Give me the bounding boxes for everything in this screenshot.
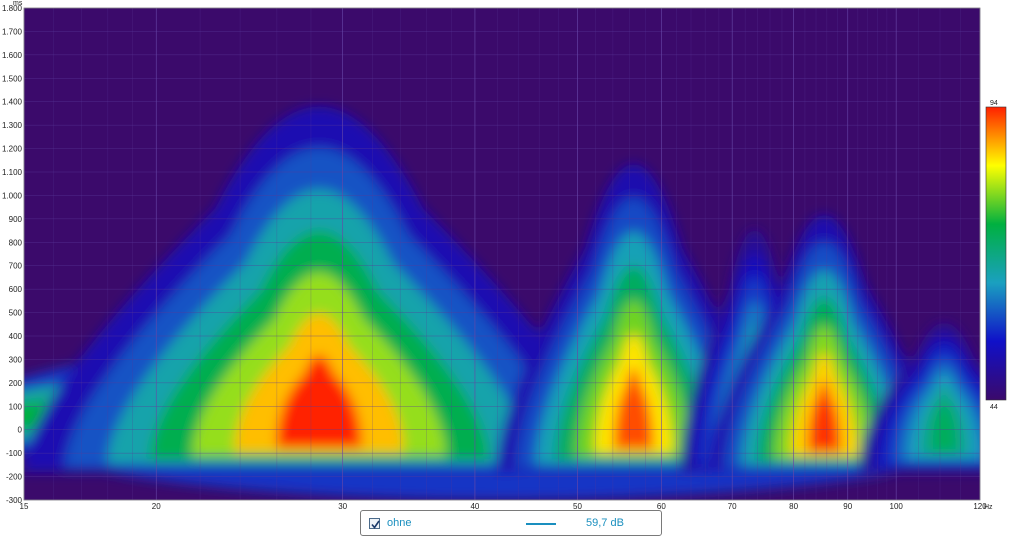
y-tick-label: 400 bbox=[9, 332, 23, 341]
waterfall-chart: -300-200-1000100200300400500600700800900… bbox=[2, 0, 1007, 510]
series-checkbox[interactable] bbox=[369, 518, 380, 529]
y-axis-unit: ms bbox=[13, 0, 23, 7]
x-tick-label: 100 bbox=[890, 502, 904, 510]
color-scale-max: 94 bbox=[990, 100, 998, 107]
color-scale-gradient bbox=[985, 106, 1007, 401]
y-tick-label: 200 bbox=[9, 379, 23, 388]
y-tick-label: 1.000 bbox=[2, 191, 23, 200]
legend-box: ohne 59,7 dB bbox=[360, 510, 662, 536]
y-tick-label: 500 bbox=[9, 309, 23, 318]
x-tick-label: 50 bbox=[573, 502, 582, 510]
x-tick-label: 30 bbox=[338, 502, 347, 510]
color-scale-min: 44 bbox=[990, 404, 998, 411]
x-tick-label: 15 bbox=[20, 502, 29, 510]
y-tick-label: 100 bbox=[9, 402, 23, 411]
color-scale-bar: 94 44 bbox=[985, 100, 1007, 411]
y-axis-ticks: -300-200-1000100200300400500600700800900… bbox=[2, 4, 23, 505]
series-name: ohne bbox=[387, 517, 412, 529]
y-tick-label: 800 bbox=[9, 238, 23, 247]
x-tick-label: 60 bbox=[657, 502, 666, 510]
y-tick-label: 300 bbox=[9, 355, 23, 364]
y-tick-label: -200 bbox=[6, 473, 23, 482]
checkmark-icon bbox=[371, 520, 380, 529]
series-value: 59,7 dB bbox=[586, 517, 624, 529]
y-tick-label: 1.300 bbox=[2, 121, 23, 130]
x-tick-label: 40 bbox=[470, 502, 479, 510]
y-tick-label: -100 bbox=[6, 449, 23, 458]
x-axis-unit: Hz bbox=[984, 504, 993, 510]
y-tick-label: 700 bbox=[9, 262, 23, 271]
x-tick-label: 70 bbox=[728, 502, 737, 510]
y-tick-label: 600 bbox=[9, 285, 23, 294]
y-tick-label: 900 bbox=[9, 215, 23, 224]
y-tick-label: 1.500 bbox=[2, 74, 23, 83]
x-tick-label: 80 bbox=[789, 502, 798, 510]
series-line-swatch bbox=[526, 523, 556, 525]
x-tick-label: 20 bbox=[152, 502, 161, 510]
y-tick-label: 1.200 bbox=[2, 145, 23, 154]
y-tick-label: 1.600 bbox=[2, 51, 23, 60]
y-tick-label: 1.700 bbox=[2, 27, 23, 36]
x-tick-label: 90 bbox=[843, 502, 852, 510]
y-tick-label: 1.400 bbox=[2, 98, 23, 107]
y-tick-label: 1.100 bbox=[2, 168, 23, 177]
y-tick-label: 0 bbox=[18, 426, 23, 435]
x-axis-ticks: 15 20 30 40 50 60 70 80 90 100 120 bbox=[20, 502, 988, 510]
